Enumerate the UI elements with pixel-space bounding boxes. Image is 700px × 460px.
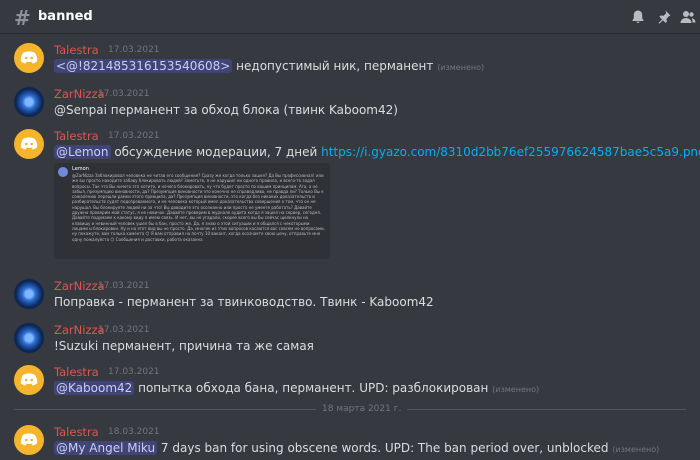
discord-logo-icon xyxy=(20,137,38,150)
message-list[interactable]: Talestra 17.03.2021 <@!82148531615354060… xyxy=(0,35,700,460)
timestamp: 17.03.2021 xyxy=(108,131,160,141)
discord-logo-icon xyxy=(20,433,38,446)
image-link[interactable]: https://i.gyazo.com/8310d2bb76ef25597662… xyxy=(321,145,700,159)
message-text: !Suzuki перманент, причина та же самая xyxy=(54,339,314,353)
avatar[interactable] xyxy=(14,425,44,455)
pin-icon[interactable] xyxy=(656,9,672,25)
user-mention[interactable]: @Kaboom42 xyxy=(54,381,135,395)
user-mention[interactable]: @My Angel Miku xyxy=(54,441,158,455)
avatar[interactable] xyxy=(14,129,44,159)
avatar[interactable] xyxy=(14,87,44,117)
timestamp: 17.03.2021 xyxy=(98,89,150,99)
avatar[interactable] xyxy=(14,323,44,353)
timestamp: 18.03.2021 xyxy=(108,427,160,437)
timestamp: 17.03.2021 xyxy=(98,281,150,291)
timestamp: 17.03.2021 xyxy=(108,367,160,377)
message-text: попытка обхода бана, перманент. UPD: раз… xyxy=(134,381,489,395)
message-text: недопустимый ник, перманент xyxy=(232,59,434,73)
message-content: <@!821485316153540608> недопустимый ник,… xyxy=(54,59,484,73)
embed-text: @ZarNizza Заблокировал человека не читав… xyxy=(72,173,325,242)
author-name[interactable]: ZarNizza xyxy=(54,279,105,293)
author-name[interactable]: Talestra xyxy=(54,365,99,379)
embedded-image[interactable]: Lemon @ZarNizza Заблокировал человека не… xyxy=(54,163,330,259)
author-name[interactable]: ZarNizza xyxy=(54,87,105,101)
discord-logo-icon xyxy=(20,373,38,386)
edited-label: (изменено) xyxy=(437,63,485,72)
discord-logo-icon xyxy=(20,51,38,64)
avatar[interactable] xyxy=(14,279,44,309)
message-text: Поправка - перманент за твинководство. Т… xyxy=(54,295,434,309)
avatar[interactable] xyxy=(14,365,44,395)
edited-label: (изменено) xyxy=(612,445,660,454)
bell-icon[interactable] xyxy=(630,9,646,25)
date-divider-label: 18 марта 2021 г. xyxy=(316,404,408,414)
edited-label: (изменено) xyxy=(492,385,540,394)
user-mention[interactable]: <@!821485316153540608> xyxy=(54,59,233,73)
message-content: @Kaboom42 попытка обхода бана, перманент… xyxy=(54,381,539,395)
channel-name: banned xyxy=(38,9,93,24)
channel-hash-icon: # xyxy=(14,6,31,30)
message-text: обсуждение модерации, 7 дней xyxy=(110,145,322,159)
author-name[interactable]: Talestra xyxy=(54,425,99,439)
avatar[interactable] xyxy=(14,43,44,73)
author-name[interactable]: Talestra xyxy=(54,129,99,143)
channel-header: # banned xyxy=(0,0,700,34)
user-mention[interactable]: @Lemon xyxy=(54,145,111,159)
timestamp: 17.03.2021 xyxy=(98,325,150,335)
embed-avatar xyxy=(58,167,68,177)
message-text: 7 days ban for using obscene words. UPD:… xyxy=(157,441,609,455)
author-name[interactable]: ZarNizza xyxy=(54,323,105,337)
members-icon[interactable] xyxy=(680,9,696,25)
embed-author: Lemon xyxy=(72,166,89,172)
message-content: @My Angel Miku 7 days ban for using obsc… xyxy=(54,441,659,455)
message-text: @Senpai перманент за обход блока (твинк … xyxy=(54,103,398,117)
author-name[interactable]: Talestra xyxy=(54,43,99,57)
message-content: @Lemon обсуждение модерации, 7 дней http… xyxy=(54,145,700,159)
timestamp: 17.03.2021 xyxy=(108,45,160,55)
